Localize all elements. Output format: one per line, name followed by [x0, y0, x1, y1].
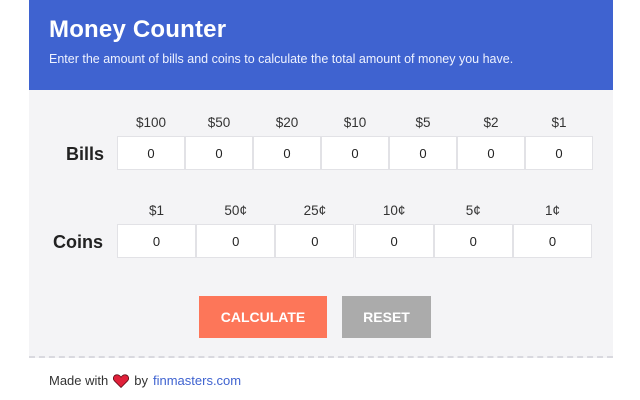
coin-denomination-label: 1¢: [544, 203, 561, 218]
bill-count-input[interactable]: [457, 136, 525, 170]
bill-denomination-label: $100: [135, 115, 167, 130]
header: Money Counter Enter the amount of bills …: [29, 0, 613, 90]
money-counter-card: Money Counter Enter the amount of bills …: [29, 0, 613, 400]
page-title: Money Counter: [49, 16, 227, 43]
reset-button[interactable]: RESET: [342, 296, 431, 338]
bill-count-input[interactable]: [389, 136, 457, 170]
bill-count-input[interactable]: [117, 136, 185, 170]
coins-label: Coins: [53, 232, 104, 252]
by-text: by: [134, 373, 148, 388]
coin-denomination-label: $1: [148, 203, 165, 218]
bill-denomination-label: $10: [343, 115, 367, 130]
heart-icon: [113, 373, 130, 388]
footer: Made with by finmasters.com: [29, 358, 613, 400]
coin-count-input[interactable]: [513, 224, 592, 258]
bill-count-input[interactable]: [321, 136, 389, 170]
coin-denomination-label: 50¢: [224, 203, 247, 218]
bill-denomination-label: $5: [415, 115, 431, 130]
coin-denomination-label: 25¢: [303, 203, 327, 218]
finmasters-link[interactable]: finmasters.com: [153, 373, 241, 388]
coin-count-input[interactable]: [117, 224, 196, 258]
bill-count-input[interactable]: [185, 136, 253, 170]
page-subtitle: Enter the amount of bills and coins to c…: [49, 52, 514, 66]
coin-count-input[interactable]: [433, 224, 513, 258]
footer-credit: Made with by finmasters.com: [49, 373, 241, 388]
bill-count-input[interactable]: [253, 136, 321, 170]
calculate-button[interactable]: CALCULATE: [199, 296, 327, 338]
bill-count-input[interactable]: [525, 136, 593, 170]
coin-denomination-label: 10¢: [382, 203, 406, 218]
made-with-text: Made with: [49, 373, 109, 388]
coin-count-input[interactable]: [354, 224, 434, 258]
bill-denomination-label: $20: [275, 115, 299, 130]
bill-denomination-label: $1: [551, 115, 567, 130]
coin-count-input[interactable]: [196, 224, 276, 258]
bills-label: Bills: [66, 144, 105, 164]
coin-denomination-label: 5¢: [465, 203, 481, 218]
bill-denomination-label: $50: [207, 115, 231, 130]
bill-denomination-label: $2: [483, 115, 499, 130]
coin-count-input[interactable]: [275, 224, 355, 258]
